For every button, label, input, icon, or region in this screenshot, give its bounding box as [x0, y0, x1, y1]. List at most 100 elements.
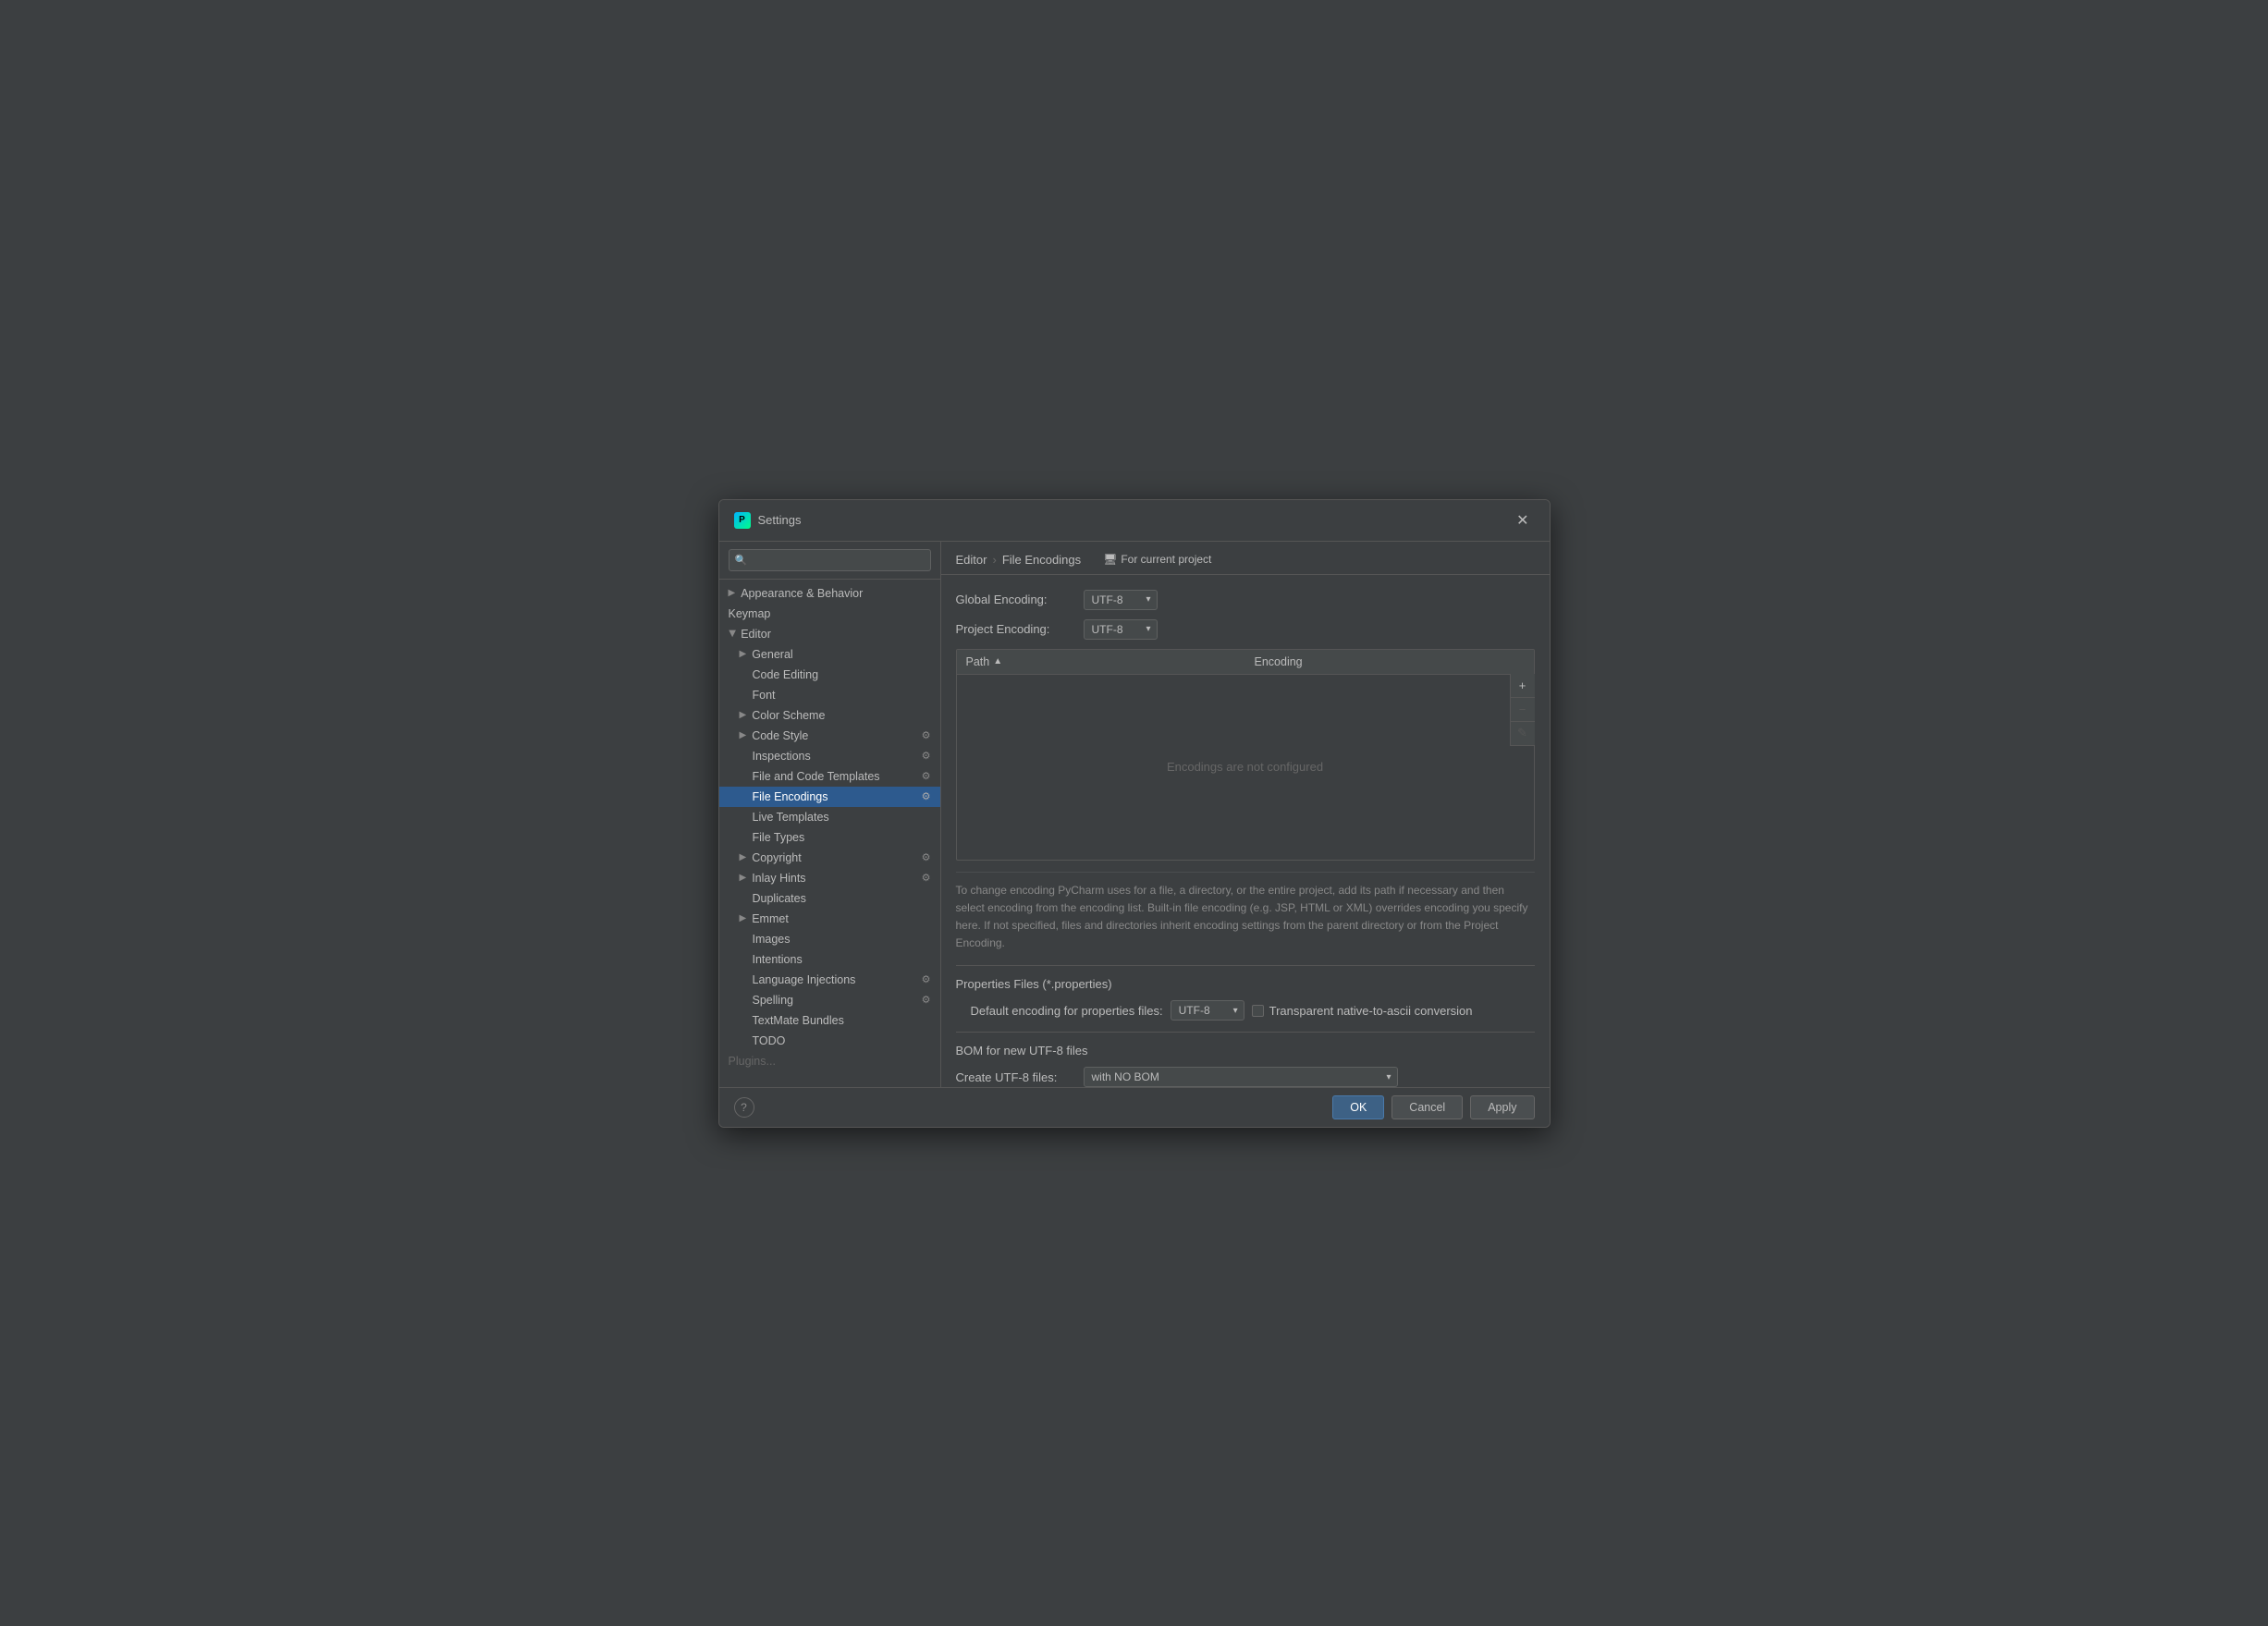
sidebar-item-file-encodings[interactable]: File Encodings ⚙ [719, 787, 940, 807]
global-encoding-dropdown[interactable]: UTF-8 [1084, 590, 1158, 610]
path-col-label: Path [966, 655, 990, 668]
arrow-icon: ▶ [740, 873, 747, 883]
title-bar: P Settings ✕ [719, 500, 1550, 542]
table-body: Encodings are not configured + − ✎ [957, 675, 1534, 860]
settings-icon: ⚙ [922, 872, 931, 884]
project-encoding-row: Project Encoding: UTF-8 [956, 619, 1535, 640]
arrow-icon: ▶ [740, 649, 747, 659]
sidebar-item-label: File and Code Templates [753, 770, 880, 783]
sidebar-item-label: Inspections [753, 750, 811, 763]
breadcrumb: Editor › File Encodings [956, 553, 1082, 567]
sidebar-item-file-code-templates[interactable]: File and Code Templates ⚙ [719, 766, 940, 787]
arrow-icon: ▶ [740, 730, 747, 740]
ok-button[interactable]: OK [1332, 1095, 1384, 1119]
path-column-header: Path ▲ [957, 650, 1245, 674]
sidebar-item-label: Live Templates [753, 811, 829, 824]
search-wrapper: 🔍 [729, 549, 931, 571]
settings-icon: ⚙ [922, 973, 931, 985]
sidebar-item-spelling[interactable]: Spelling ⚙ [719, 990, 940, 1010]
help-button[interactable]: ? [734, 1097, 754, 1118]
sidebar-item-label: Inlay Hints [752, 872, 805, 885]
bom-section: BOM for new UTF-8 files Create UTF-8 fil… [956, 1044, 1535, 1086]
sidebar-item-label: TODO [753, 1034, 786, 1047]
sidebar-item-label: TextMate Bundles [753, 1014, 844, 1027]
sidebar-item-label: Emmet [752, 912, 789, 925]
sidebar-item-font[interactable]: Font [719, 685, 940, 705]
table-action-buttons: + − ✎ [1510, 674, 1535, 746]
remove-encoding-button[interactable]: − [1511, 698, 1535, 722]
sidebar-item-emmet[interactable]: ▶ Emmet [719, 909, 940, 929]
bom-label: Create UTF-8 files: [956, 1070, 1076, 1084]
sidebar-item-keymap[interactable]: Keymap [719, 604, 940, 624]
sidebar-item-label: Code Style [752, 729, 808, 742]
sidebar-item-label: Spelling [753, 994, 793, 1007]
transparent-conversion-label: Transparent native-to-ascii conversion [1269, 1004, 1473, 1018]
sidebar-item-label: Color Scheme [752, 709, 825, 722]
sidebar-item-label: Font [753, 689, 776, 702]
cancel-button[interactable]: Cancel [1391, 1095, 1463, 1119]
settings-icon: ⚙ [922, 790, 931, 802]
sidebar-item-label: Keymap [729, 607, 771, 620]
app-icon: P [734, 512, 751, 529]
sidebar-item-label: Editor [741, 628, 771, 641]
sidebar-item-copyright[interactable]: ▶ Copyright ⚙ [719, 848, 940, 868]
props-encoding-dropdown[interactable]: UTF-8 [1171, 1000, 1244, 1021]
transparent-conversion-checkbox[interactable] [1252, 1005, 1264, 1017]
sidebar-item-images[interactable]: Images [719, 929, 940, 949]
encodings-help-text: To change encoding PyCharm uses for a fi… [956, 872, 1535, 953]
project-icon: 🖥 [1103, 553, 1117, 566]
table-header: Path ▲ Encoding [957, 650, 1534, 675]
sidebar-item-label: General [752, 648, 792, 661]
sidebar-item-label: Copyright [752, 851, 802, 864]
bom-dropdown[interactable]: with NO BOM [1084, 1067, 1398, 1086]
arrow-icon: ▶ [740, 913, 747, 923]
sidebar-item-live-templates[interactable]: Live Templates [719, 807, 940, 827]
sidebar-item-general[interactable]: ▶ General [719, 644, 940, 665]
project-label: For current project [1121, 553, 1211, 566]
sidebar-item-todo[interactable]: TODO [719, 1031, 940, 1051]
arrow-icon: ▶ [740, 852, 747, 862]
bom-row: Create UTF-8 files: with NO BOM [956, 1067, 1535, 1086]
sidebar-item-label: Intentions [753, 953, 803, 966]
project-encoding-label: Project Encoding: [956, 622, 1076, 636]
sidebar-item-editor[interactable]: ▶ Editor [719, 624, 940, 644]
sidebar-item-code-editing[interactable]: Code Editing [719, 665, 940, 685]
empty-table-text: Encodings are not configured [1167, 760, 1323, 774]
breadcrumb-parent: Editor [956, 553, 987, 567]
sidebar-item-plugins[interactable]: Plugins... [719, 1051, 940, 1071]
section-divider-2 [956, 1032, 1535, 1033]
sidebar-item-language-injections[interactable]: Language Injections ⚙ [719, 970, 940, 990]
sidebar-item-label: Duplicates [753, 892, 806, 905]
sidebar-item-color-scheme[interactable]: ▶ Color Scheme [719, 705, 940, 726]
search-input[interactable] [729, 549, 931, 571]
sidebar-item-label: File Types [753, 831, 805, 844]
sidebar-item-code-style[interactable]: ▶ Code Style ⚙ [719, 726, 940, 746]
sidebar-tree: ▶ Appearance & Behavior Keymap ▶ Editor … [719, 580, 940, 1087]
project-encoding-dropdown[interactable]: UTF-8 [1084, 619, 1158, 640]
sidebar-item-intentions[interactable]: Intentions [719, 949, 940, 970]
apply-button[interactable]: Apply [1470, 1095, 1534, 1119]
edit-encoding-button[interactable]: ✎ [1511, 722, 1535, 746]
sidebar: 🔍 ▶ Appearance & Behavior Keymap ▶ Edito… [719, 542, 941, 1087]
sidebar-item-duplicates[interactable]: Duplicates [719, 888, 940, 909]
section-divider-1 [956, 965, 1535, 966]
settings-icon: ⚙ [922, 770, 931, 782]
sidebar-item-textmate-bundles[interactable]: TextMate Bundles [719, 1010, 940, 1031]
encoding-column-header: Encoding [1245, 650, 1534, 674]
arrow-icon: ▶ [740, 710, 747, 720]
sidebar-item-inspections[interactable]: Inspections ⚙ [719, 746, 940, 766]
sidebar-item-label: Code Editing [753, 668, 819, 681]
settings-icon: ⚙ [922, 729, 931, 741]
project-link[interactable]: 🖥 For current project [1103, 553, 1211, 566]
sidebar-item-file-types[interactable]: File Types [719, 827, 940, 848]
properties-encoding-row: Default encoding for properties files: U… [956, 1000, 1535, 1021]
add-encoding-button[interactable]: + [1511, 674, 1535, 698]
global-encoding-row: Global Encoding: UTF-8 [956, 590, 1535, 610]
sidebar-item-inlay-hints[interactable]: ▶ Inlay Hints ⚙ [719, 868, 940, 888]
main-body: Global Encoding: UTF-8 Project Encoding:… [941, 575, 1550, 1087]
sidebar-item-label: Language Injections [753, 973, 856, 986]
bom-section-title: BOM for new UTF-8 files [956, 1044, 1535, 1058]
enc-col-label: Encoding [1255, 655, 1303, 668]
sidebar-item-appearance[interactable]: ▶ Appearance & Behavior [719, 583, 940, 604]
close-button[interactable]: ✕ [1511, 509, 1534, 532]
